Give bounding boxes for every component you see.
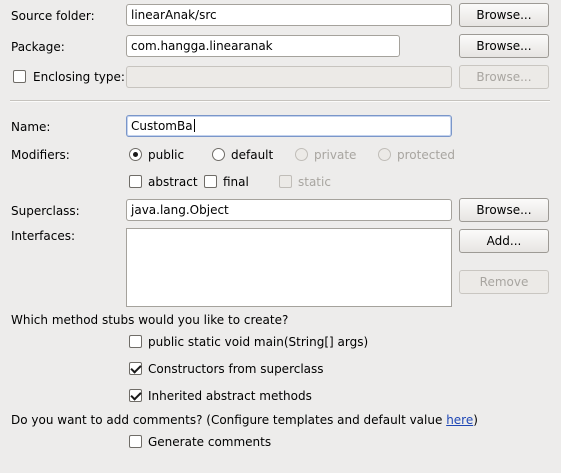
remove-interface-button: Remove (459, 270, 549, 294)
package-browse-button[interactable]: Browse... (459, 34, 549, 58)
main-method-checkbox[interactable] (129, 335, 142, 348)
comments-question: Do you want to add comments? (Configure … (11, 413, 478, 427)
comments-question-text: Do you want to add comments? (Configure … (11, 413, 447, 427)
generate-comments-label: Generate comments (148, 435, 272, 449)
final-checkbox[interactable] (204, 175, 217, 188)
modifiers-label: Modifiers: (11, 148, 70, 162)
abstract-checkbox-label: abstract (148, 175, 198, 189)
inherited-abstract-label: Inherited abstract methods (148, 389, 312, 403)
superclass-input[interactable]: java.lang.Object (126, 199, 452, 221)
superclass-label: Superclass: (11, 204, 80, 218)
protected-radio-label: protected (397, 148, 456, 162)
public-radio[interactable] (129, 148, 142, 161)
source-folder-label: Source folder: (11, 9, 95, 23)
text-caret (193, 119, 195, 132)
interfaces-label: Interfaces: (11, 229, 76, 243)
enclosing-type-checkbox[interactable] (13, 70, 26, 83)
enclosing-type-label: Enclosing type: (33, 70, 125, 84)
static-checkbox (279, 175, 292, 188)
enclosing-type-input (126, 66, 452, 88)
main-method-label: public static void main(String[] args) (148, 335, 369, 349)
final-checkbox-label: final (223, 175, 249, 189)
interfaces-list[interactable] (126, 228, 452, 307)
templates-link[interactable]: here (446, 413, 473, 427)
public-radio-label: public (148, 148, 185, 162)
private-radio-label: private (314, 148, 357, 162)
inherited-abstract-checkbox[interactable] (129, 389, 142, 402)
default-radio-label: default (231, 148, 274, 162)
package-input[interactable]: com.hangga.linearanak (126, 35, 400, 57)
name-label: Name: (11, 120, 51, 134)
package-label: Package: (11, 40, 65, 54)
private-radio (295, 148, 308, 161)
name-input[interactable]: CustomBa (126, 115, 452, 137)
constructors-checkbox[interactable] (129, 362, 142, 375)
method-stubs-question: Which method stubs would you like to cre… (11, 313, 289, 327)
default-radio[interactable] (212, 148, 225, 161)
superclass-browse-button[interactable]: Browse... (459, 198, 549, 222)
protected-radio (378, 148, 391, 161)
source-folder-browse-button[interactable]: Browse... (459, 3, 549, 27)
static-checkbox-label: static (298, 175, 331, 189)
enclosing-type-browse-button: Browse... (459, 65, 549, 89)
generate-comments-checkbox[interactable] (129, 435, 142, 448)
abstract-checkbox[interactable] (129, 175, 142, 188)
constructors-label: Constructors from superclass (148, 362, 324, 376)
source-folder-input[interactable]: linearAnak/src (126, 4, 452, 26)
comments-question-end: ) (473, 413, 478, 427)
add-interface-button[interactable]: Add... (459, 229, 549, 253)
separator (10, 100, 550, 102)
name-input-text: CustomBa (131, 119, 193, 133)
